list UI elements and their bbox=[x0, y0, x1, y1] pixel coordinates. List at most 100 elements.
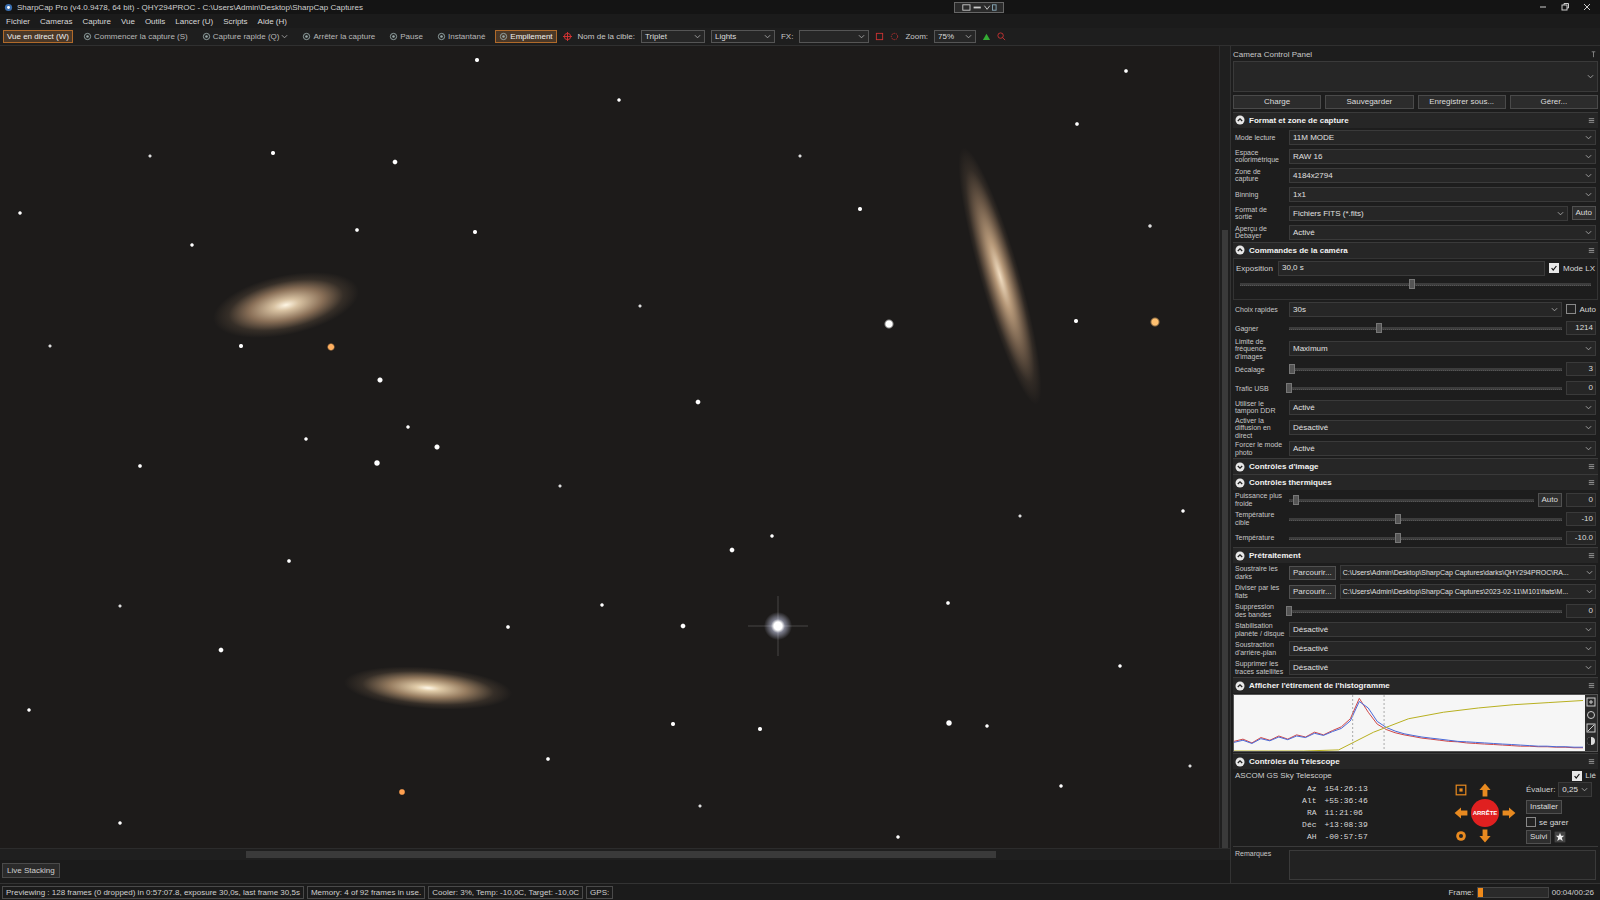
section-header[interactable]: Contrôles d'image bbox=[1233, 458, 1598, 474]
collapse-icon[interactable] bbox=[1235, 757, 1245, 767]
zoom-select[interactable]: 75% bbox=[934, 30, 976, 43]
section-header[interactable]: Contrôles thermiques bbox=[1233, 474, 1598, 490]
arrow-down-icon[interactable] bbox=[1477, 828, 1493, 844]
setting-select[interactable]: Désactivé bbox=[1289, 660, 1596, 675]
setting-select[interactable]: Désactivé bbox=[1289, 420, 1596, 435]
quick-select[interactable]: 30s bbox=[1289, 302, 1562, 317]
slider[interactable] bbox=[1289, 494, 1534, 506]
toolbar-button[interactable]: Pause bbox=[385, 30, 427, 43]
browse-button[interactable]: Parcourir... bbox=[1289, 566, 1336, 580]
histogram-chart[interactable] bbox=[1234, 695, 1583, 751]
menu-item[interactable]: Lancer (U) bbox=[175, 17, 213, 26]
file-path-select[interactable]: C:\Users\Admin\Desktop\SharpCap Captures… bbox=[1340, 565, 1596, 580]
value-field[interactable]: 0 bbox=[1566, 381, 1596, 395]
slider[interactable] bbox=[1289, 382, 1562, 394]
menu-item[interactable]: Fichier bbox=[6, 17, 30, 26]
section-header[interactable]: Afficher l'étirement de l'histogramme bbox=[1233, 677, 1598, 693]
profile-button[interactable]: Sauvegarder bbox=[1325, 95, 1413, 109]
reticle-icon[interactable] bbox=[875, 32, 884, 41]
setting-select[interactable]: 4184x2794 bbox=[1289, 168, 1596, 183]
collapse-icon[interactable] bbox=[1235, 245, 1245, 255]
slider[interactable] bbox=[1289, 513, 1562, 525]
setting-select[interactable]: Activé bbox=[1289, 441, 1596, 456]
close-icon[interactable] bbox=[1582, 2, 1592, 12]
expand-icon[interactable] bbox=[1235, 462, 1245, 472]
auto-button[interactable]: Auto bbox=[1538, 493, 1562, 507]
slider-thumb[interactable] bbox=[1286, 383, 1292, 393]
horizontal-scrollbar[interactable] bbox=[0, 848, 1230, 860]
camera-image[interactable] bbox=[0, 46, 1219, 848]
slider[interactable] bbox=[1289, 322, 1562, 334]
menu-item[interactable]: Capture bbox=[82, 17, 110, 26]
black-point-marker[interactable] bbox=[1352, 695, 1353, 751]
section-header[interactable]: Prétraitement bbox=[1233, 547, 1598, 563]
reset-icon[interactable] bbox=[1586, 710, 1596, 720]
histogram[interactable] bbox=[1233, 694, 1598, 752]
toolbar-button[interactable]: Capture rapide (Q) bbox=[198, 30, 293, 43]
setting-select[interactable]: Désactivé bbox=[1289, 622, 1596, 637]
slider-thumb[interactable] bbox=[1409, 279, 1415, 289]
menu-item[interactable]: Aide (H) bbox=[258, 17, 287, 26]
collapse-icon[interactable] bbox=[1235, 115, 1245, 125]
value-field[interactable]: 0 bbox=[1566, 604, 1596, 618]
setting-select[interactable]: RAW 16 bbox=[1289, 149, 1596, 164]
tracking-button[interactable]: Suivi bbox=[1526, 830, 1551, 844]
slider[interactable] bbox=[1289, 363, 1562, 375]
minimize-icon[interactable] bbox=[1538, 2, 1548, 12]
arrow-up-icon[interactable] bbox=[1477, 782, 1493, 798]
arrow-left-icon[interactable] bbox=[1453, 805, 1469, 821]
collapse-icon[interactable] bbox=[1235, 478, 1245, 488]
mid-point-marker[interactable] bbox=[1384, 695, 1385, 751]
checkbox[interactable] bbox=[1549, 263, 1559, 273]
checkbox[interactable] bbox=[1526, 817, 1536, 827]
sync-icon[interactable] bbox=[1453, 828, 1469, 844]
value-field[interactable]: 1214 bbox=[1566, 321, 1596, 335]
value-field[interactable]: 0 bbox=[1566, 493, 1596, 507]
toolbar-button[interactable]: Empilement bbox=[495, 30, 556, 43]
setting-select[interactable]: 11M MODE bbox=[1289, 130, 1596, 145]
stop-button[interactable]: ARRÊTE bbox=[1471, 799, 1499, 827]
toolbar-button[interactable]: Commencer la capture (S) bbox=[79, 30, 192, 43]
scroll-thumb[interactable] bbox=[246, 851, 996, 858]
menu-item[interactable]: Cameras bbox=[40, 17, 72, 26]
slider[interactable] bbox=[1289, 605, 1562, 617]
slider-thumb[interactable] bbox=[1376, 323, 1382, 333]
menu-item[interactable]: Outils bbox=[145, 17, 165, 26]
setting-select[interactable]: 1x1 bbox=[1289, 187, 1596, 202]
target-name-field[interactable]: Triplet bbox=[641, 30, 705, 43]
setting-select[interactable]: Désactivé bbox=[1289, 641, 1596, 656]
setting-select[interactable]: Fichiers FITS (*.fits) bbox=[1289, 206, 1568, 221]
install-button[interactable]: Installer bbox=[1526, 800, 1562, 814]
arrow-right-icon[interactable] bbox=[1501, 805, 1517, 821]
slider[interactable] bbox=[1289, 532, 1562, 544]
notes-field[interactable] bbox=[1289, 850, 1596, 880]
profile-select[interactable] bbox=[1233, 61, 1598, 92]
slider-thumb[interactable] bbox=[1289, 364, 1295, 374]
browse-button[interactable]: Parcourir... bbox=[1289, 585, 1336, 599]
section-menu-icon[interactable] bbox=[1587, 116, 1596, 125]
grid-icon[interactable] bbox=[890, 32, 899, 41]
section-menu-icon[interactable] bbox=[1587, 246, 1596, 255]
profile-button[interactable]: Gérer... bbox=[1510, 95, 1598, 109]
section-menu-icon[interactable] bbox=[1587, 478, 1596, 487]
histogram-icon[interactable] bbox=[982, 32, 991, 41]
toolbar-button[interactable]: Arrêter la capture bbox=[298, 30, 379, 43]
fx-select[interactable] bbox=[799, 30, 869, 43]
scroll-thumb[interactable] bbox=[1222, 230, 1228, 848]
vertical-scrollbar[interactable] bbox=[1219, 46, 1230, 848]
file-path-select[interactable]: C:\Users\Admin\Desktop\SharpCap Captures… bbox=[1340, 584, 1596, 599]
menu-item[interactable]: Scripts bbox=[223, 17, 247, 26]
display-widget[interactable] bbox=[954, 2, 1004, 13]
setting-select[interactable]: Activé bbox=[1289, 225, 1596, 240]
slider-thumb[interactable] bbox=[1293, 495, 1299, 505]
value-field[interactable]: 3 bbox=[1566, 362, 1596, 376]
section-menu-icon[interactable] bbox=[1587, 681, 1596, 690]
profile-button[interactable]: Enregistrer sous... bbox=[1418, 95, 1506, 109]
checkbox[interactable] bbox=[1572, 771, 1582, 781]
section-header[interactable]: Commandes de la caméra bbox=[1233, 242, 1598, 258]
toolbar-button[interactable]: Instantané bbox=[433, 30, 489, 43]
value-field[interactable]: -10.0 bbox=[1566, 531, 1596, 545]
collapse-icon[interactable] bbox=[1235, 681, 1245, 691]
slider[interactable] bbox=[1240, 278, 1591, 290]
setting-select[interactable]: Activé bbox=[1289, 400, 1596, 415]
